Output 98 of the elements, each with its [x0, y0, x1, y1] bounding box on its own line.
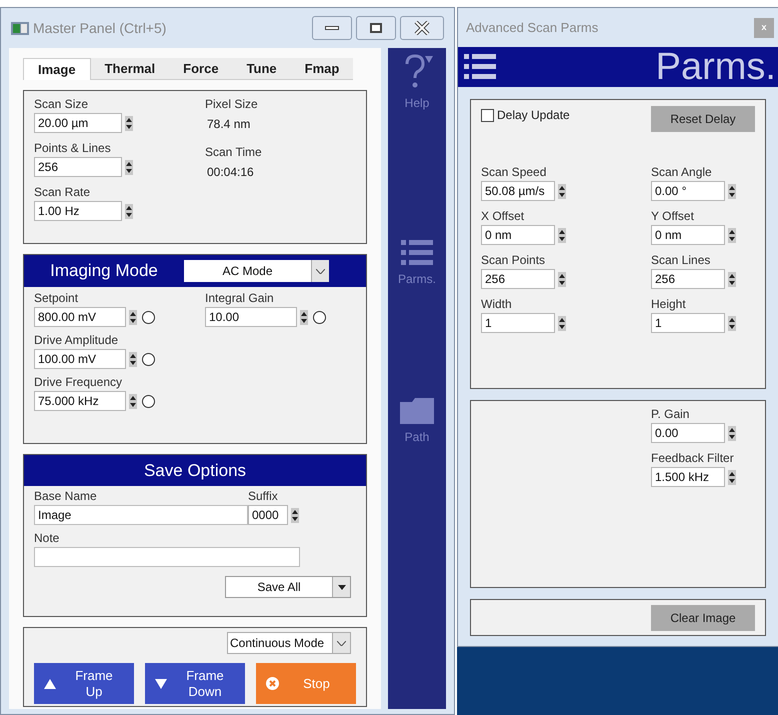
- number-field[interactable]: 0 nm: [481, 225, 555, 245]
- spinner-arrows-icon[interactable]: [728, 228, 736, 242]
- number-field[interactable]: 256: [34, 157, 122, 177]
- spinner-arrows-icon[interactable]: [558, 316, 566, 330]
- reset-delay-button[interactable]: Reset Delay: [651, 106, 755, 132]
- mode-dropdown[interactable]: AC Mode: [184, 260, 329, 282]
- field-label: P. Gain: [651, 407, 690, 421]
- spinner-arrows-icon[interactable]: [125, 160, 133, 174]
- spinner-arrows-icon[interactable]: [125, 116, 133, 130]
- field-label: Note: [34, 531, 60, 545]
- checkbox[interactable]: [481, 108, 494, 122]
- field-label: Width: [481, 297, 513, 311]
- spinner-arrows-icon[interactable]: [291, 508, 299, 522]
- field-label: Points & Lines: [34, 141, 112, 155]
- tab[interactable]: Fmap: [290, 58, 354, 80]
- field-label: Setpoint: [34, 291, 80, 305]
- field-label: Drive Frequency: [34, 375, 124, 389]
- checkbox-label: Delay Update: [497, 107, 570, 124]
- spinner-arrows-icon[interactable]: [129, 310, 137, 324]
- number-field[interactable]: 800.00 mV: [34, 307, 126, 327]
- number-field[interactable]: 0000: [248, 505, 288, 525]
- number-field[interactable]: 0.00: [651, 423, 725, 443]
- radio-button[interactable]: [142, 394, 155, 408]
- dropdown-caret-icon[interactable]: [332, 577, 350, 597]
- frame-button[interactable]: Frame Down: [145, 663, 245, 704]
- number-field[interactable]: 256: [651, 269, 725, 289]
- down-triangle-icon: [155, 678, 167, 688]
- spinner-arrows-icon[interactable]: [728, 272, 736, 286]
- number-field[interactable]: 0.00 °: [651, 181, 725, 201]
- number-field[interactable]: 1.00 Hz: [34, 201, 122, 221]
- number-field[interactable]: 256: [481, 269, 555, 289]
- field-label: Scan Size: [34, 97, 90, 111]
- list-icon: [400, 240, 433, 266]
- list-icon: [464, 54, 496, 80]
- scan-mode-dropdown[interactable]: Continuous Mode: [227, 632, 351, 654]
- header-title: Parms.: [656, 47, 776, 87]
- number-field[interactable]: 10.00: [205, 307, 297, 327]
- field-label: Scan Lines: [651, 253, 712, 267]
- tab[interactable]: Image: [23, 58, 91, 80]
- up-triangle-icon: [44, 678, 56, 688]
- number-field[interactable]: 50.08 µm/s: [481, 181, 555, 201]
- spinner-arrows-icon[interactable]: [129, 394, 137, 408]
- window-title: Master Panel (Ctrl+5): [33, 18, 166, 38]
- dropdown-caret-icon[interactable]: [332, 633, 350, 653]
- close-circle-icon: [266, 677, 279, 690]
- tab[interactable]: Tune: [232, 58, 291, 80]
- tab[interactable]: Force: [169, 58, 233, 80]
- field-label: Drive Amplitude: [34, 333, 120, 347]
- spinner-arrows-icon[interactable]: [558, 272, 566, 286]
- folder-icon: [400, 398, 434, 424]
- spinner-arrows-icon[interactable]: [558, 228, 566, 242]
- minimize-button[interactable]: [312, 16, 352, 40]
- clear-image-button[interactable]: Clear Image: [651, 604, 755, 630]
- close-icon: [414, 21, 430, 35]
- field-label: Feedback Filter: [651, 451, 735, 465]
- field-label: Height: [651, 297, 687, 311]
- spinner-arrows-icon[interactable]: [728, 470, 736, 484]
- window-title: Advanced Scan Parms: [466, 18, 598, 37]
- radio-button[interactable]: [313, 310, 326, 324]
- number-field[interactable]: 1.500 kHz: [651, 467, 725, 487]
- spinner-arrows-icon[interactable]: [125, 204, 133, 218]
- number-field[interactable]: 0 nm: [651, 225, 725, 245]
- radio-button[interactable]: [142, 310, 155, 324]
- spinner-arrows-icon[interactable]: [728, 184, 736, 198]
- spinner-arrows-icon[interactable]: [728, 316, 736, 330]
- panel-title: Save Options: [144, 460, 246, 482]
- spinner-arrows-icon[interactable]: [129, 352, 137, 366]
- number-field[interactable]: 20.00 µm: [34, 113, 122, 133]
- field-label: Scan Angle: [651, 165, 713, 179]
- number-field[interactable]: 75.000 kHz: [34, 391, 126, 411]
- field-label: X Offset: [481, 209, 526, 223]
- number-field[interactable]: 1: [481, 313, 555, 333]
- field-label: Base Name: [34, 489, 98, 503]
- field-label: Scan Time: [205, 145, 263, 159]
- frame-button[interactable]: Frame Up: [34, 663, 134, 704]
- field-label: Scan Points: [481, 253, 546, 267]
- radio-button[interactable]: [142, 352, 155, 366]
- save-all-dropdown[interactable]: Save All: [225, 576, 351, 598]
- spinner-arrows-icon[interactable]: [728, 426, 736, 440]
- field-label: Y Offset: [651, 209, 695, 223]
- panel-title: Imaging Mode: [49, 260, 159, 282]
- window-icon: [11, 22, 29, 34]
- tab[interactable]: Thermal: [90, 58, 170, 80]
- number-field[interactable]: 100.00 mV: [34, 349, 126, 369]
- base-name-field[interactable]: Image: [34, 505, 248, 525]
- field-label: Integral Gain: [205, 291, 275, 305]
- close-button[interactable]: [400, 16, 444, 40]
- spinner-arrows-icon[interactable]: [300, 310, 308, 324]
- number-field[interactable]: 1: [651, 313, 725, 333]
- field-label: Scan Speed: [481, 165, 548, 179]
- field-label: Pixel Size: [205, 97, 259, 111]
- info-value: 00:04:16: [206, 164, 255, 181]
- info-value: 78.4 nm: [206, 116, 252, 133]
- note-field[interactable]: [34, 547, 300, 567]
- field-label: Scan Rate: [34, 185, 92, 199]
- maximize-button[interactable]: [356, 16, 396, 40]
- spinner-arrows-icon[interactable]: [558, 184, 566, 198]
- field-label: Suffix: [248, 489, 278, 503]
